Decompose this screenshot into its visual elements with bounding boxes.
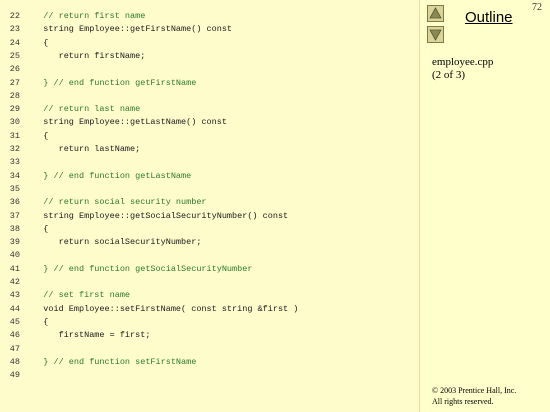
line-number: 31: [9, 130, 20, 141]
code-line: 37 string Employee::getSocialSecurityNum…: [0, 209, 288, 223]
page-number: 72: [532, 2, 542, 13]
code-line: 42: [0, 275, 28, 289]
next-slide-button[interactable]: [427, 26, 444, 43]
line-number: 46: [9, 330, 20, 341]
code-line: 30 string Employee::getLastName() const: [0, 115, 227, 129]
triangle-down-icon: [429, 29, 442, 41]
line-number: 42: [9, 277, 20, 287]
line-number: 22: [9, 11, 20, 21]
code-text: return socialSecurityNumber;: [28, 237, 202, 248]
code-line: 29 // return last name: [0, 102, 140, 116]
line-number: 23: [9, 24, 20, 35]
code-line: 31 {: [0, 129, 49, 143]
line-number: 45: [9, 316, 20, 327]
code-line: 26: [0, 62, 28, 76]
code-text: {: [28, 316, 49, 327]
code-text: {: [28, 37, 49, 48]
code-line: 24 {: [0, 36, 49, 50]
line-number: 32: [9, 144, 20, 154]
code-text: } // end function getFirstName: [28, 77, 197, 88]
file-part: (2 of 3): [432, 69, 465, 81]
code-line: 45 {: [0, 315, 49, 329]
rights-notice: All rights reserved.: [432, 397, 494, 406]
code-text: string Employee::getLastName() const: [28, 117, 227, 128]
line-number: 25: [9, 50, 20, 61]
code-line: 28: [0, 89, 28, 103]
line-number: 27: [9, 77, 20, 88]
code-line: 44 void Employee::setFirstName( const st…: [0, 302, 299, 316]
code-line: 27 } // end function getFirstName: [0, 76, 197, 90]
code-text: return lastName;: [28, 144, 141, 154]
line-number: 34: [9, 170, 20, 181]
code-text: return firstName;: [28, 50, 146, 61]
line-number: 47: [9, 343, 20, 354]
code-text: } // end function setFirstName: [28, 356, 197, 367]
code-line: 36 // return social security number: [0, 195, 207, 209]
code-text: // return first name: [28, 11, 146, 21]
code-line: 25 return firstName;: [0, 49, 146, 63]
code-line: 47: [0, 342, 28, 356]
triangle-up-icon: [429, 7, 442, 19]
code-line: 38 {: [0, 222, 49, 236]
outline-link[interactable]: Outline: [465, 9, 513, 26]
code-listing: 22 // return first name 23 string Employe…: [0, 0, 420, 412]
line-number: 38: [9, 223, 20, 234]
line-number: 48: [9, 356, 20, 367]
line-number: 44: [9, 303, 20, 314]
line-number: 29: [9, 104, 20, 115]
line-number: 35: [9, 183, 20, 194]
line-number: 36: [9, 197, 20, 208]
code-line: 39 return socialSecurityNumber;: [0, 235, 202, 249]
code-line: 41 } // end function getSocialSecurityNu…: [0, 262, 253, 276]
code-line: 48 } // end function setFirstName: [0, 355, 197, 369]
code-text: {: [28, 130, 49, 141]
code-text: } // end function getLastName: [28, 170, 192, 181]
code-line: 22 // return first name: [0, 9, 146, 23]
code-text: } // end function getSocialSecurityNumbe…: [28, 263, 253, 274]
code-text: void Employee::setFirstName( const strin…: [28, 303, 299, 314]
previous-slide-button[interactable]: [427, 5, 444, 22]
line-number: 37: [9, 210, 20, 221]
line-number: 41: [9, 263, 20, 274]
code-line: 46 firstName = first;: [0, 328, 151, 342]
line-number: 49: [9, 370, 20, 381]
code-line: 32 return lastName;: [0, 142, 140, 156]
code-text: // return social security number: [28, 197, 207, 208]
code-line: 43 // set first name: [0, 288, 130, 302]
line-number: 40: [9, 250, 20, 261]
code-line: 40: [0, 248, 28, 262]
code-line: 33: [0, 155, 28, 169]
line-number: 24: [9, 37, 20, 48]
line-number: 39: [9, 237, 20, 248]
code-text: firstName = first;: [28, 330, 151, 341]
code-line: 34 } // end function getLastName: [0, 169, 191, 183]
code-line: 35: [0, 182, 28, 196]
line-number: 30: [9, 117, 20, 128]
code-text: string Employee::getFirstName() const: [28, 24, 233, 35]
line-number: 33: [9, 157, 20, 168]
line-number: 26: [9, 64, 20, 75]
code-text: string Employee::getSocialSecurityNumber…: [28, 210, 289, 221]
copyright-notice: © 2003 Prentice Hall, Inc.: [432, 386, 517, 395]
file-name: employee.cpp: [432, 56, 494, 68]
code-text: {: [28, 223, 49, 234]
line-number: 28: [9, 90, 20, 101]
code-line: 49: [0, 368, 28, 382]
code-text: // set first name: [28, 290, 131, 301]
code-line: 23 string Employee::getFirstName() const: [0, 22, 232, 36]
outline-sidebar: 72 Outline employee.cpp (2 of 3) © 2003 …: [420, 0, 550, 412]
line-number: 43: [9, 290, 20, 301]
code-text: // return last name: [28, 104, 141, 115]
